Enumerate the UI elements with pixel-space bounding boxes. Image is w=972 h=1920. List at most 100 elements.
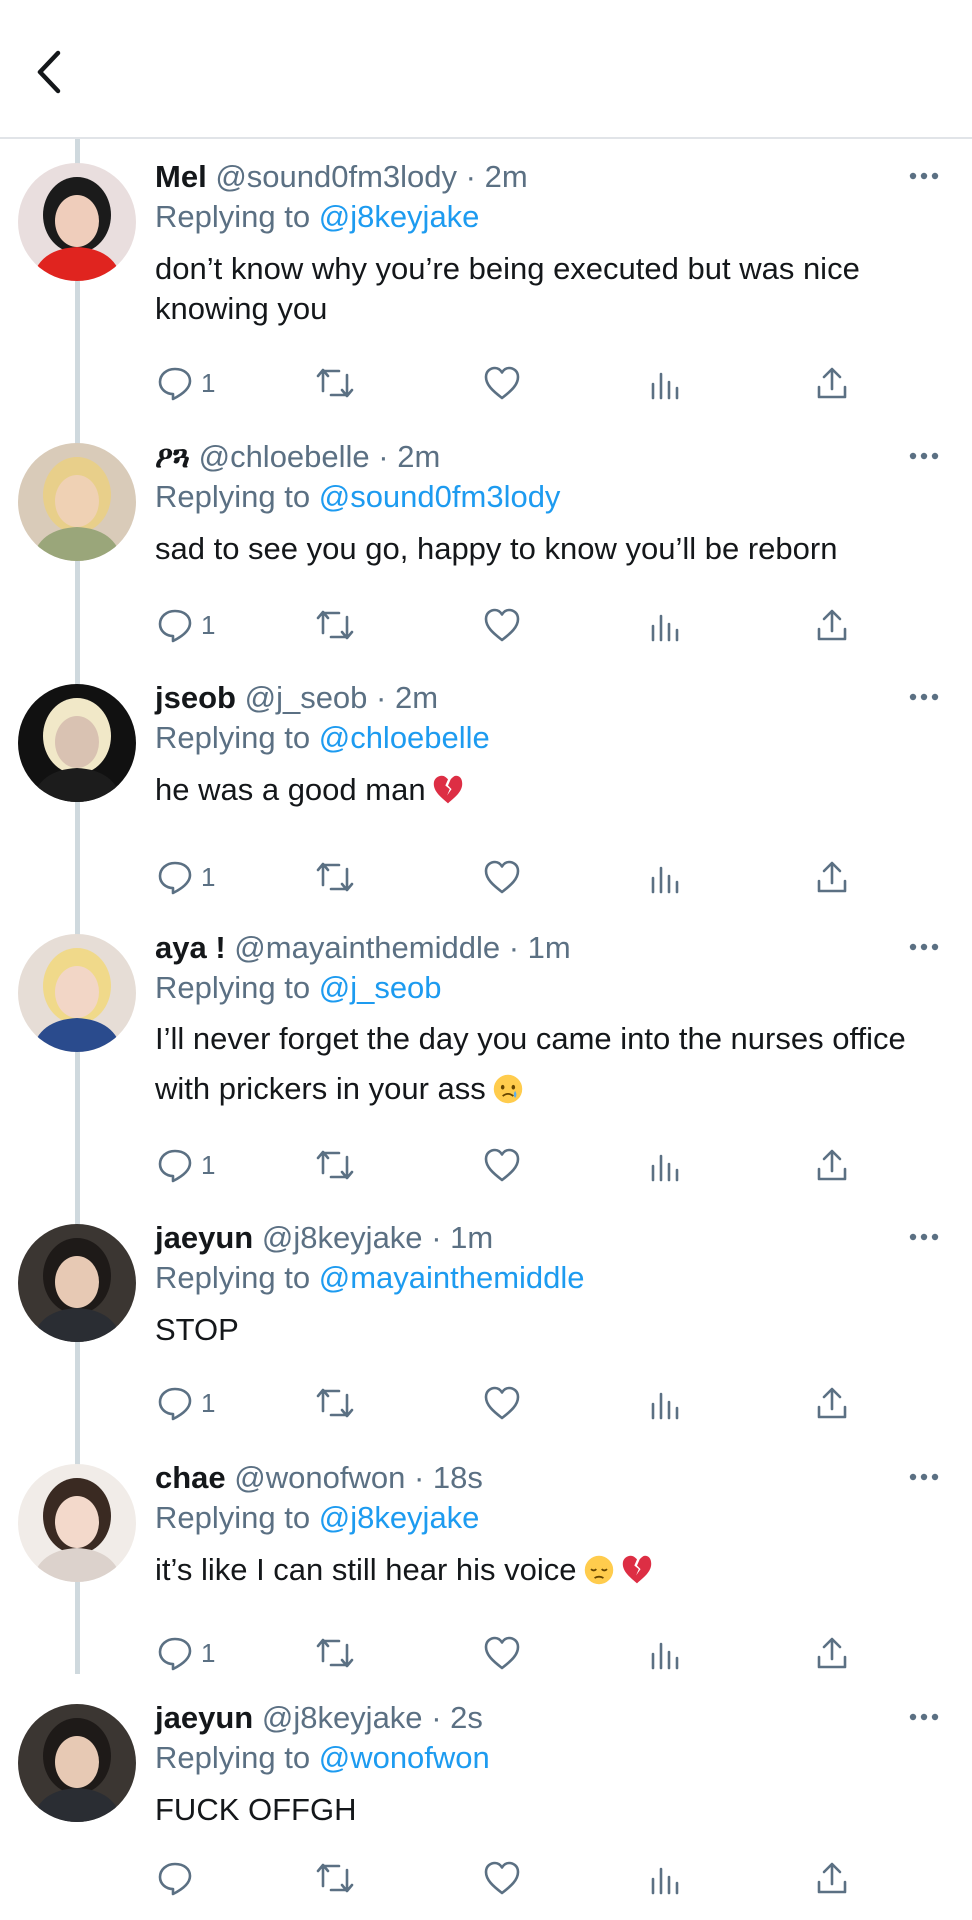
more-options-button[interactable] — [904, 1702, 944, 1732]
back-button[interactable] — [20, 42, 80, 102]
replying-to-handle[interactable]: @sound0fm3lody — [319, 479, 561, 514]
user-handle[interactable]: @j8keyjake — [262, 1700, 423, 1735]
reply-button[interactable]: 1 — [157, 358, 215, 408]
reply-button[interactable] — [157, 1853, 201, 1903]
like-button[interactable] — [483, 1140, 521, 1190]
display-name[interactable]: jaeyun — [155, 1220, 253, 1255]
reply-button[interactable]: 1 — [157, 1140, 215, 1190]
share-button[interactable] — [815, 1628, 849, 1678]
replying-to-handle[interactable]: @wonofwon — [319, 1740, 490, 1775]
replying-to-handle[interactable]: @j8keyjake — [319, 1500, 480, 1535]
avatar[interactable] — [18, 934, 136, 1052]
avatar[interactable] — [18, 1224, 136, 1342]
tweet[interactable]: Mel @sound0fm3lody · 2m Replying to @j8ke… — [0, 139, 972, 418]
like-button[interactable] — [483, 1378, 521, 1428]
avatar[interactable] — [18, 684, 136, 802]
replying-to-label: Replying to — [155, 1500, 311, 1535]
chevron-left-icon — [37, 50, 61, 94]
avatar[interactable] — [18, 443, 136, 561]
tweet[interactable]: jaeyun @j8keyjake · 2s Replying to @wonof… — [0, 1680, 972, 1913]
reply-button[interactable]: 1 — [157, 1628, 215, 1678]
tweet[interactable]: chae @wonofwon · 18s Replying to @j8keyja… — [0, 1440, 972, 1688]
user-handle[interactable]: @mayainthemiddle — [234, 930, 500, 965]
user-handle[interactable]: @j_seob — [245, 680, 368, 715]
timestamp[interactable]: · 2m — [466, 159, 528, 194]
display-name[interactable]: Mel — [155, 159, 207, 194]
analytics-icon — [651, 372, 679, 400]
share-button[interactable] — [815, 1140, 849, 1190]
timestamp[interactable]: · 1m — [431, 1220, 493, 1255]
retweet-button[interactable] — [315, 358, 355, 408]
avatar[interactable] — [18, 1464, 136, 1582]
avatar[interactable] — [18, 1704, 136, 1822]
reply-button[interactable]: 1 — [157, 852, 215, 902]
display-name[interactable]: jaeyun — [155, 1700, 253, 1735]
user-handle[interactable]: @chloebelle — [199, 439, 370, 474]
retweet-button[interactable] — [315, 600, 355, 650]
replying-to: Replying to @chloebelle — [155, 718, 942, 758]
like-button[interactable] — [483, 600, 521, 650]
tweet[interactable]: aya ! @mayainthemiddle · 1m Replying to @… — [0, 910, 972, 1200]
more-horizontal-icon — [909, 943, 939, 951]
timestamp[interactable]: · 1m — [509, 930, 571, 965]
avatar[interactable] — [18, 163, 136, 281]
more-options-button[interactable] — [904, 1462, 944, 1492]
user-handle[interactable]: @wonofwon — [234, 1460, 405, 1495]
replying-to: Replying to @sound0fm3lody — [155, 477, 942, 517]
analytics-button[interactable] — [649, 358, 683, 408]
replying-to-handle[interactable]: @mayainthemiddle — [319, 1260, 585, 1295]
tweet[interactable]: jseob @j_seob · 2m Replying to @chloebell… — [0, 660, 972, 912]
tweet-text-content: STOP — [155, 1312, 239, 1347]
reply-button[interactable]: 1 — [157, 600, 215, 650]
timestamp[interactable]: · 2s — [431, 1700, 483, 1735]
timestamp[interactable]: · 18s — [414, 1460, 483, 1495]
analytics-button[interactable] — [649, 852, 683, 902]
tweet[interactable]: ዖጓ @chloebelle · 2m Replying to @sound0fm… — [0, 419, 972, 660]
share-button[interactable] — [815, 1853, 849, 1903]
more-options-button[interactable] — [904, 441, 944, 471]
display-name[interactable]: chae — [155, 1460, 226, 1495]
timestamp[interactable]: · 2m — [376, 680, 438, 715]
analytics-button[interactable] — [649, 1853, 683, 1903]
replying-to-handle[interactable]: @j_seob — [319, 970, 442, 1005]
retweet-button[interactable] — [315, 1628, 355, 1678]
tweet[interactable]: jaeyun @j8keyjake · 1m Replying to @mayai… — [0, 1200, 972, 1438]
share-button[interactable] — [815, 600, 849, 650]
replying-to: Replying to @wonofwon — [155, 1738, 942, 1778]
retweet-button[interactable] — [315, 1140, 355, 1190]
replying-to-label: Replying to — [155, 970, 311, 1005]
display-name[interactable]: aya ! — [155, 930, 226, 965]
more-options-button[interactable] — [904, 1222, 944, 1252]
like-button[interactable] — [483, 1628, 521, 1678]
retweet-button[interactable] — [315, 1378, 355, 1428]
share-button[interactable] — [815, 1378, 849, 1428]
display-name[interactable]: jseob — [155, 680, 236, 715]
user-handle[interactable]: @j8keyjake — [262, 1220, 423, 1255]
like-button[interactable] — [483, 358, 521, 408]
analytics-icon — [651, 1867, 679, 1895]
timestamp[interactable]: · 2m — [378, 439, 440, 474]
replying-to-handle[interactable]: @chloebelle — [319, 720, 490, 755]
tweet-text: he was a good man — [155, 770, 942, 810]
tweet-actions: 1 — [155, 600, 855, 650]
share-button[interactable] — [815, 358, 849, 408]
more-options-button[interactable] — [904, 682, 944, 712]
replying-to-handle[interactable]: @j8keyjake — [319, 199, 480, 234]
retweet-button[interactable] — [315, 852, 355, 902]
retweet-icon — [316, 1638, 354, 1668]
like-button[interactable] — [483, 1853, 521, 1903]
analytics-button[interactable] — [649, 1628, 683, 1678]
retweet-icon — [316, 610, 354, 640]
like-button[interactable] — [483, 852, 521, 902]
more-options-button[interactable] — [904, 932, 944, 962]
share-button[interactable] — [815, 852, 849, 902]
user-handle[interactable]: @sound0fm3lody — [215, 159, 457, 194]
more-options-button[interactable] — [904, 161, 944, 191]
analytics-button[interactable] — [649, 1378, 683, 1428]
reply-button[interactable]: 1 — [157, 1378, 215, 1428]
retweet-button[interactable] — [315, 1853, 355, 1903]
tweet-header: jaeyun @j8keyjake · 2s — [155, 1698, 942, 1738]
analytics-button[interactable] — [649, 1140, 683, 1190]
display-name[interactable]: ዖጓ — [155, 439, 190, 474]
analytics-button[interactable] — [649, 600, 683, 650]
